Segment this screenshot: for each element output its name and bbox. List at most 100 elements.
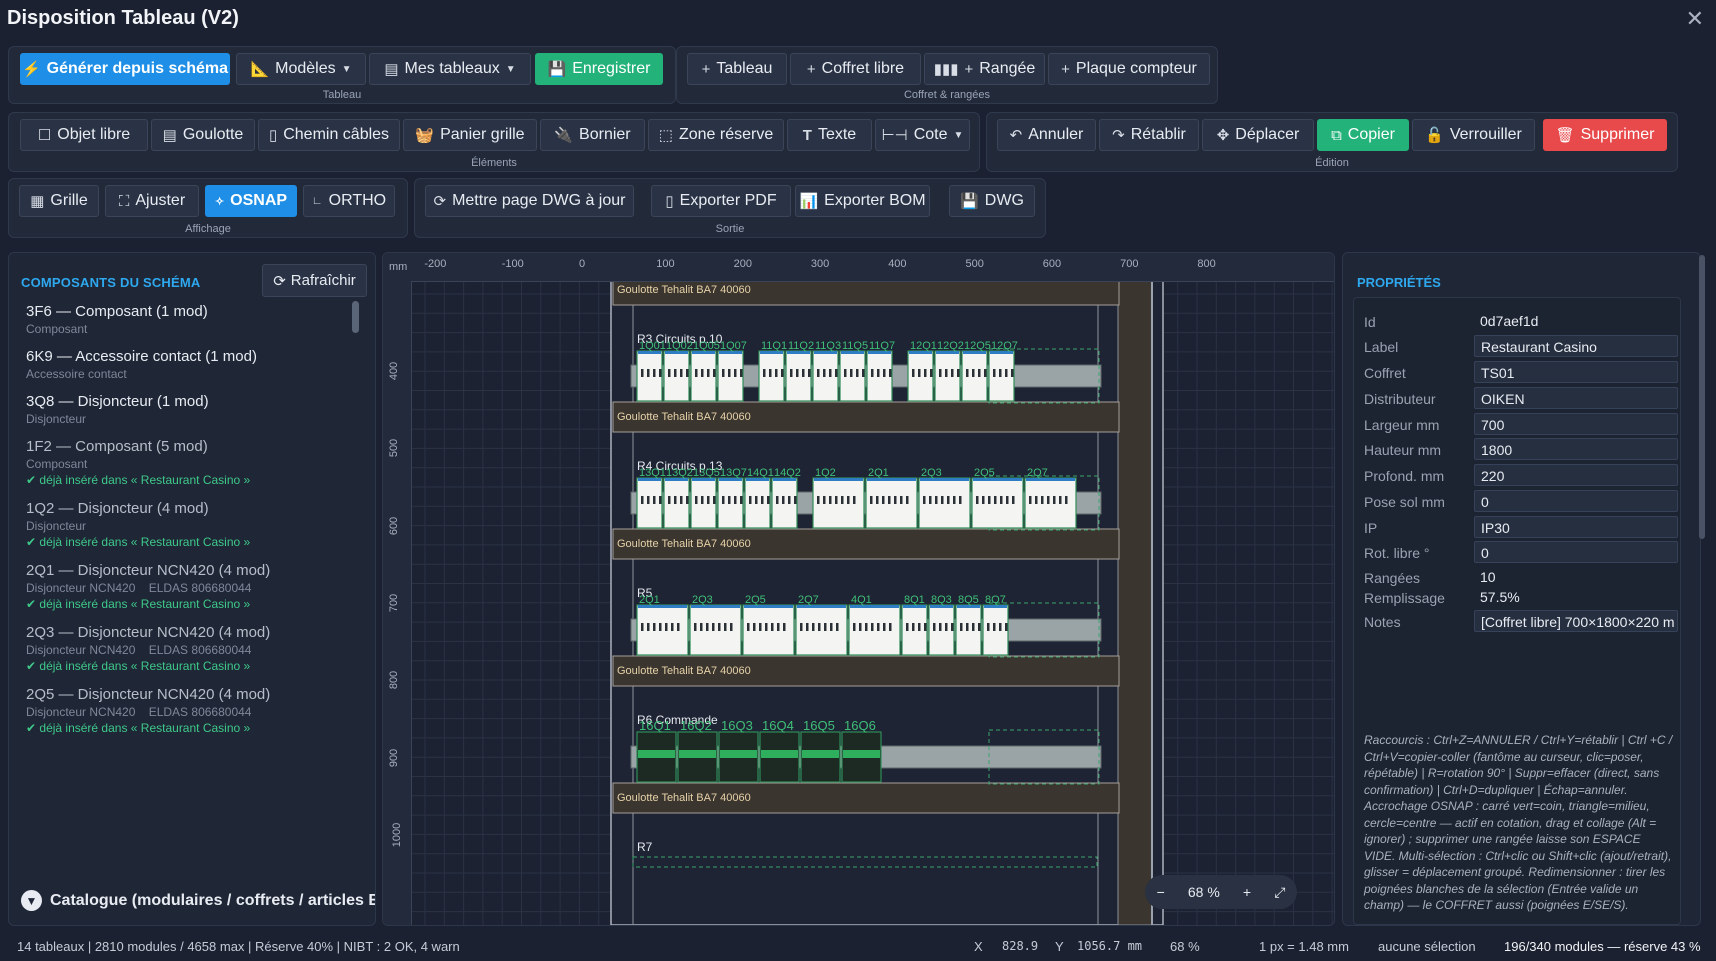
property-value[interactable]: [Coffret libre] 700×1800×220 m xyxy=(1474,610,1678,632)
module-code: 12Q1 xyxy=(910,340,937,352)
lock-button[interactable]: 🔓 Verrouiller xyxy=(1412,119,1535,151)
delete-button[interactable]: 🗑 Supprimer xyxy=(1543,119,1667,151)
zoom-out-button[interactable]: − xyxy=(1157,884,1165,900)
goulotte-button[interactable]: ▤ Goulotte xyxy=(151,119,255,151)
generate-button[interactable]: ⚡ Générer depuis schéma xyxy=(20,53,230,85)
module-contact xyxy=(707,369,710,377)
text-button[interactable]: T Texte xyxy=(787,119,872,151)
free-object-button[interactable]: ☐ Objet libre xyxy=(20,119,148,151)
catalog-toggle[interactable]: ▼ Catalogue (modulaires / coffrets / arti… xyxy=(21,890,375,911)
property-label: Hauteur mm xyxy=(1364,442,1442,458)
property-label: Profond. mm xyxy=(1364,468,1445,484)
ortho-toggle[interactable]: ∟ ORTHO xyxy=(303,185,395,217)
redo-button[interactable]: ↷ Rétablir xyxy=(1099,119,1199,151)
close-icon[interactable]: ✕ xyxy=(1686,6,1704,32)
module-contact xyxy=(1059,496,1062,504)
refresh-button[interactable]: ⟳ Rafraîchir xyxy=(262,264,367,297)
expand-icon[interactable]: ⤢ xyxy=(1274,884,1285,901)
module-contact xyxy=(960,623,963,631)
export-pdf-button[interactable]: ▯ Exporter PDF xyxy=(651,185,791,217)
save-label: Enregistrer xyxy=(572,60,651,77)
property-value[interactable]: 1800 xyxy=(1474,438,1678,460)
free-box-button[interactable]: + Coffret libre xyxy=(790,53,921,85)
property-value[interactable]: 700 xyxy=(1474,413,1678,435)
module-contact xyxy=(951,623,954,631)
properties-scrollbar[interactable] xyxy=(1699,255,1705,539)
components-scrollbar[interactable] xyxy=(352,301,359,333)
property-value: 0d7aef1d xyxy=(1480,313,1539,329)
my-boards-button[interactable]: ▤ Mes tableaux ▼ xyxy=(369,53,531,85)
undo-button[interactable]: ↶ Annuler xyxy=(997,119,1096,151)
module-band xyxy=(843,750,880,758)
module-code: 16Q6 xyxy=(844,718,876,733)
ruler-left: 400 500 600 700 800 900 1000 xyxy=(383,281,412,925)
module-contact xyxy=(871,623,874,631)
property-value[interactable]: TS01 xyxy=(1474,361,1678,383)
canvas-drawing[interactable]: Goulotte Tehalit BA7 40060 Goulotte Tehal… xyxy=(383,253,1334,925)
component-item[interactable]: 6K9 — Accessoire contact (1 mod) Accessoi… xyxy=(26,348,257,381)
component-item[interactable]: 1F2 — Composant (5 mod) Composant ✔ déjà i… xyxy=(26,438,250,487)
ruler-x-tick: 300 xyxy=(810,258,830,270)
meter-plate-button[interactable]: + Plaque compteur xyxy=(1048,53,1210,85)
reserve-zone-button[interactable]: ⬚ Zone réserve xyxy=(648,119,784,151)
component-item[interactable]: 2Q5 — Disjoncteur NCN420 (4 mod) Disjonct… xyxy=(26,686,270,735)
copy-button[interactable]: ⧉ Copier xyxy=(1317,119,1409,151)
property-value[interactable]: 220 xyxy=(1474,464,1678,486)
module-contact xyxy=(740,369,743,377)
terminal-button[interactable]: 🔌 Bornier xyxy=(540,119,645,151)
component-item[interactable]: 1Q2 — Disjoncteur (4 mod) Disjoncteur ✔ dé… xyxy=(26,500,250,549)
grid-button[interactable]: ▦ Grille xyxy=(19,185,99,217)
models-button[interactable]: 📐 Modèles ▼ xyxy=(236,53,366,85)
module-contact xyxy=(972,623,975,631)
module-contact xyxy=(894,496,897,504)
dimension-button[interactable]: ⊢⊣ Cote ▼ xyxy=(875,119,970,151)
group-caption: Tableau xyxy=(322,89,362,101)
module-contact xyxy=(659,496,662,504)
grid-label: Grille xyxy=(50,192,88,209)
zoom-in-button[interactable]: + xyxy=(1243,884,1251,900)
module-contact xyxy=(865,623,868,631)
module-contact xyxy=(767,496,770,504)
add-row-button[interactable]: ▮▮▮ + Rangée xyxy=(924,53,1045,85)
goulotte-label: Goulotte Tehalit BA7 40060 xyxy=(617,284,751,296)
module-contact xyxy=(802,369,805,377)
add-row-label: Rangée xyxy=(979,60,1036,77)
module-code: 2Q7 xyxy=(798,594,819,606)
save-button[interactable]: 💾 Enregistrer xyxy=(535,53,663,85)
undo-label: Annuler xyxy=(1028,126,1084,143)
goulotte-label: Goulotte xyxy=(182,126,244,143)
add-board-button[interactable]: + Tableau xyxy=(687,53,787,85)
module-contact xyxy=(877,369,880,377)
dwg-button[interactable]: 💾 DWG xyxy=(949,185,1035,217)
move-button[interactable]: ✥ Déplacer xyxy=(1202,119,1314,151)
cable-path-button[interactable]: ▯ Chemin câbles xyxy=(258,119,400,151)
property-value[interactable]: IP30 xyxy=(1474,516,1678,538)
module-contact xyxy=(722,496,725,504)
export-bom-button[interactable]: 📊 Exporter BOM xyxy=(795,185,930,217)
osnap-toggle[interactable]: ✧ OSNAP xyxy=(205,185,297,217)
module-contact xyxy=(999,369,1002,377)
module-code: 13Q1 xyxy=(639,467,666,479)
grid-basket-button[interactable]: 🧺 Panier grille xyxy=(403,119,537,151)
component-item[interactable]: 2Q1 — Disjoncteur NCN420 (4 mod) Disjonct… xyxy=(26,562,270,611)
layout-canvas[interactable]: Goulotte Tehalit BA7 40060 Goulotte Tehal… xyxy=(382,252,1335,926)
update-dwg-button[interactable]: ⟳ Mettre page DWG à jour xyxy=(425,185,634,217)
property-value[interactable]: OIKEN xyxy=(1474,387,1678,409)
property-value[interactable]: 0 xyxy=(1474,490,1678,512)
module xyxy=(636,604,689,656)
caret-down-icon: ▼ xyxy=(953,129,964,141)
models-label: Modèles xyxy=(275,60,336,77)
module-code: 11Q2 xyxy=(788,340,814,352)
module-contact xyxy=(817,369,820,377)
property-value[interactable]: Restaurant Casino xyxy=(1474,335,1678,357)
component-item[interactable]: 3Q8 — Disjoncteur (1 mod) Disjoncteur xyxy=(26,393,209,426)
module-contact xyxy=(951,369,954,377)
fit-button[interactable]: ⛶ Ajuster xyxy=(105,185,199,217)
component-item[interactable]: 3F6 — Composant (1 mod) Composant xyxy=(26,303,208,336)
module-contact xyxy=(918,369,921,377)
component-item[interactable]: 2Q3 — Disjoncteur NCN420 (4 mod) Disjonct… xyxy=(26,624,270,673)
property-value[interactable]: 0 xyxy=(1474,541,1678,563)
chart-icon: 📊 xyxy=(799,193,819,210)
module-contact xyxy=(674,369,677,377)
ruler-x-tick: 400 xyxy=(888,258,907,270)
